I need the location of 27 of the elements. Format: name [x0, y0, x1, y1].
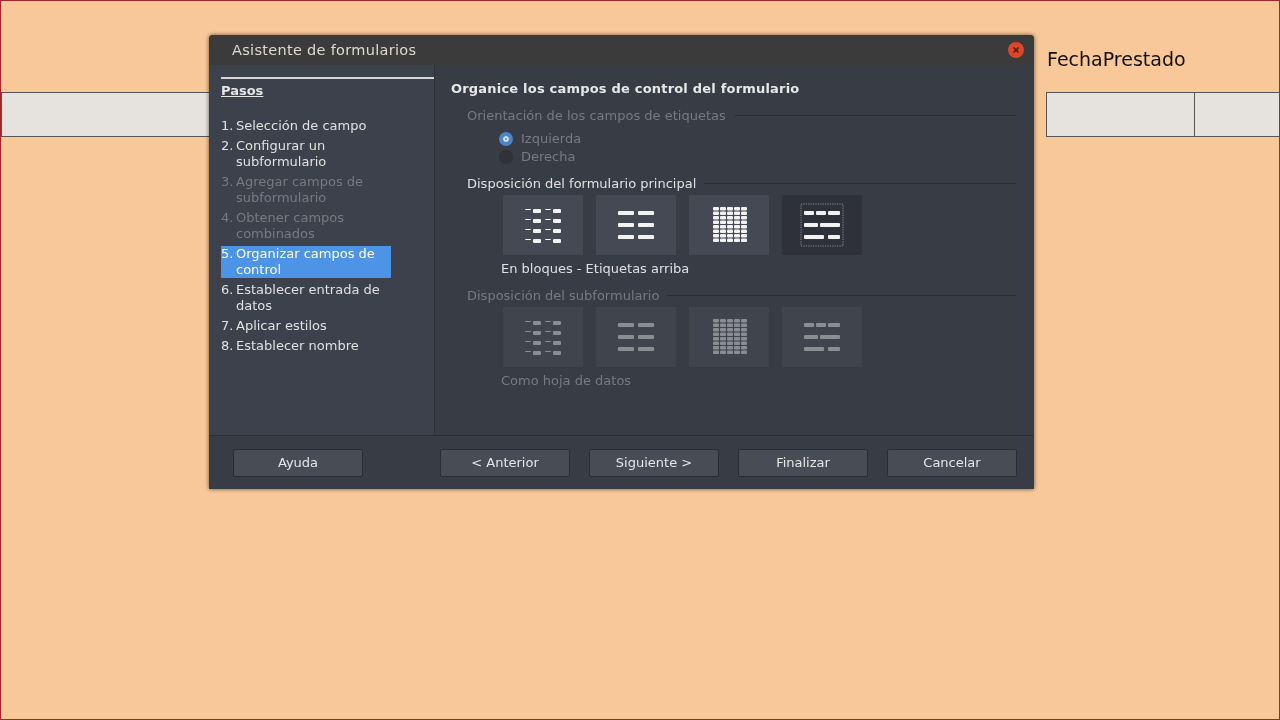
step-item[interactable]: 7. Aplicar estilos [221, 318, 391, 334]
layout-icon [798, 201, 846, 249]
step-item[interactable]: 1. Selección de campo [221, 118, 391, 134]
step-item[interactable]: 6. Establecer entrada de datos [221, 282, 391, 314]
layout-option[interactable] [689, 195, 769, 255]
layout-option[interactable] [596, 195, 676, 255]
steps-heading: Pasos [221, 83, 264, 98]
wizard-button[interactable]: < Anterior [440, 448, 570, 477]
section-heading: Disposición del subformulario [467, 288, 660, 303]
page-title: Organice los campos de control del formulario [451, 81, 801, 96]
step-item[interactable]: 2. Configurar un subformulario [221, 138, 391, 170]
radio-label: Derecha [521, 149, 576, 164]
help-button[interactable]: Ayuda [233, 448, 363, 477]
radio-label: Izquierda [521, 131, 582, 146]
close-icon[interactable] [1008, 42, 1024, 58]
field-label: FechaPrestado [1047, 48, 1186, 70]
wizard-button[interactable]: Cancelar [887, 448, 1017, 477]
layout-caption: Como hoja de datos [500, 372, 633, 388]
step-item[interactable]: 8. Establecer nombre [221, 338, 391, 354]
layout-option[interactable] [503, 195, 583, 255]
window-title: Asistente de formularios [232, 42, 417, 58]
wizard-button[interactable]: Siguiente > [589, 448, 719, 477]
section-heading: Disposición del formulario principal [467, 176, 697, 191]
wizard-button[interactable]: Finalizar [738, 448, 868, 477]
layout-option[interactable] [782, 195, 862, 255]
section-heading: Orientación de los campos de etiquetas [467, 108, 726, 123]
layout-caption: En bloques - Etiquetas arriba [500, 260, 691, 276]
